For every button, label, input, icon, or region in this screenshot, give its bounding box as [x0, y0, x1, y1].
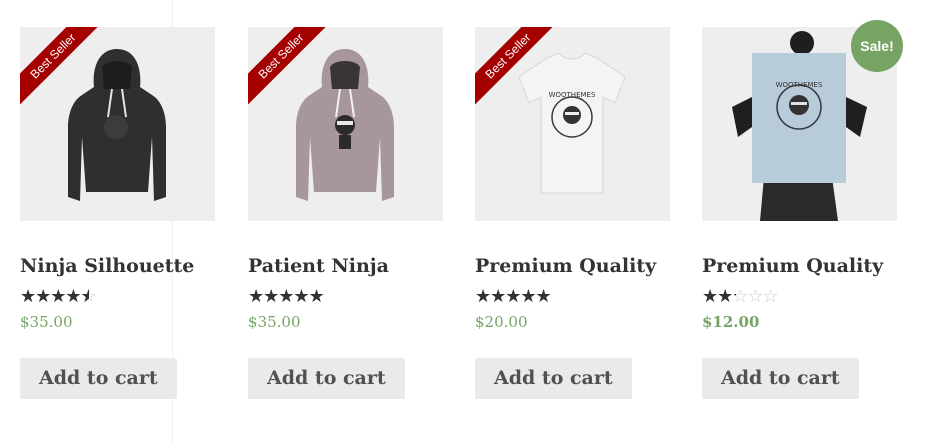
ribbon-label: Best Seller: [248, 27, 328, 107]
star-rating: ☆☆☆☆☆ ★★★★★: [248, 287, 443, 309]
ribbon-label: Best Seller: [475, 27, 555, 107]
product-image[interactable]: WOOTHEMES Sale!: [702, 20, 903, 221]
best-seller-ribbon: Best Seller: [20, 27, 100, 107]
product-image[interactable]: Best Seller: [248, 27, 443, 221]
best-seller-ribbon: Best Seller: [475, 27, 555, 107]
product-price: $35.00: [248, 313, 301, 331]
product-title[interactable]: Premium Quality: [702, 255, 897, 277]
star-rating-filled: ★★★★★: [702, 287, 736, 307]
star-rating: ☆☆☆☆☆ ★★★★★: [20, 287, 215, 309]
product-title[interactable]: Patient Ninja: [248, 255, 443, 277]
ribbon-label: Best Seller: [20, 27, 100, 107]
product-title[interactable]: Premium Quality: [475, 255, 670, 277]
star-rating-filled: ★★★★★: [475, 287, 552, 307]
star-rating-filled: ★★★★★: [248, 287, 325, 307]
product-price: $20.00: [475, 313, 528, 331]
product-card: Best Seller Ninja Silhouette ☆☆☆☆☆ ★★★★★…: [20, 27, 215, 399]
add-to-cart-button[interactable]: Add to cart: [248, 358, 405, 399]
add-to-cart-button[interactable]: Add to cart: [702, 358, 859, 399]
shirt-print-text: WOOTHEMES: [549, 91, 596, 99]
product-price: $35.00: [20, 313, 73, 331]
product-price: $12.00: [702, 313, 760, 331]
best-seller-ribbon: Best Seller: [248, 27, 328, 107]
product-card: Best Seller Patient Ninja ☆☆☆☆☆ ★★★★★ $3…: [248, 27, 443, 399]
product-image[interactable]: WOOTHEMES Best Seller: [475, 27, 670, 221]
product-image[interactable]: Best Seller: [20, 27, 215, 221]
add-to-cart-button[interactable]: Add to cart: [20, 358, 177, 399]
star-rating: ☆☆☆☆☆ ★★★★★: [702, 287, 897, 309]
product-grid: Best Seller Ninja Silhouette ☆☆☆☆☆ ★★★★★…: [0, 0, 945, 445]
poster-print-text: WOOTHEMES: [776, 81, 823, 89]
product-card: WOOTHEMES Sale! Premium Quality ☆☆☆☆☆ ★★…: [702, 20, 903, 399]
sale-badge: Sale!: [851, 20, 903, 72]
add-to-cart-button[interactable]: Add to cart: [475, 358, 632, 399]
product-title[interactable]: Ninja Silhouette: [20, 255, 215, 277]
star-rating: ☆☆☆☆☆ ★★★★★: [475, 287, 670, 309]
product-card: WOOTHEMES Best Seller Premium Quality ☆☆…: [475, 27, 670, 399]
star-rating-filled: ★★★★★: [20, 287, 89, 307]
